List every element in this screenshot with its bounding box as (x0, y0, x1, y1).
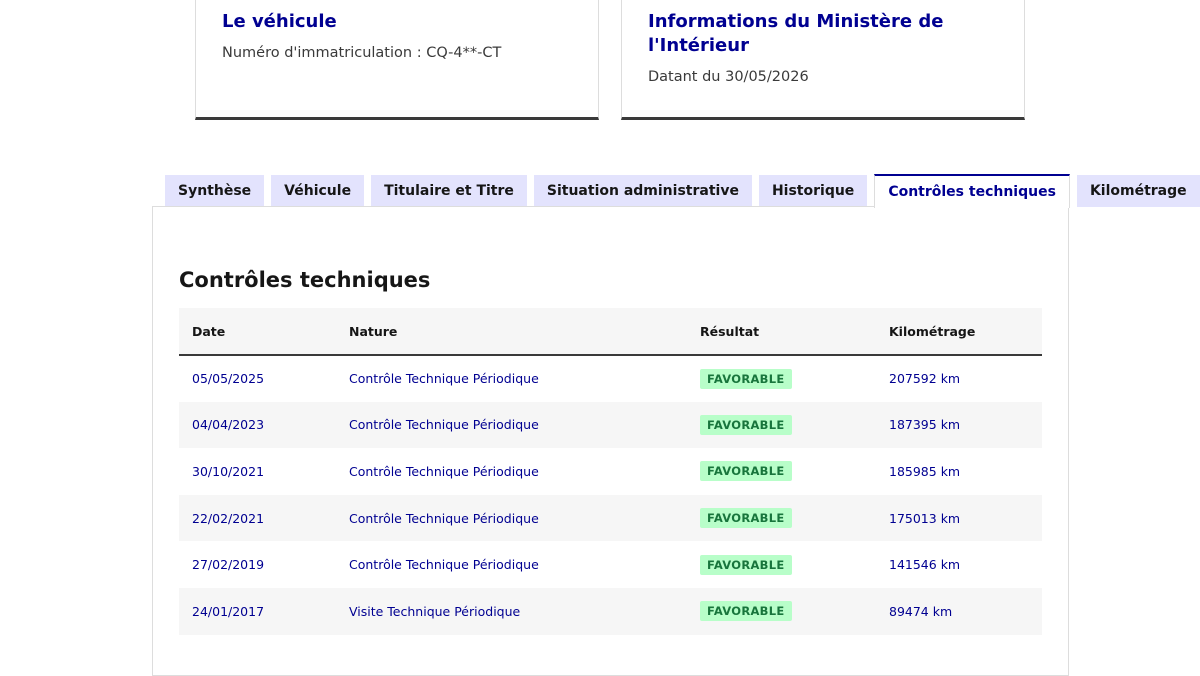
row-mileage: 185985 km (889, 463, 961, 479)
table-row: 04/04/2023 Contrôle Technique Périodique… (179, 401, 1042, 449)
row-mileage: 141546 km (889, 557, 961, 573)
tab-situation-administrative[interactable]: Situation administrative (533, 175, 752, 207)
registration-number: Numéro d'immatriculation : CQ-4**-CT (222, 45, 502, 61)
row-nature: Visite Technique Périodique (349, 603, 521, 619)
table-row: 05/05/2025 Contrôle Technique Périodique… (179, 355, 1042, 402)
row-mileage: 89474 km (889, 603, 953, 619)
result-badge: FAVORABLE (700, 461, 792, 482)
result-badge: FAVORABLE (700, 554, 792, 575)
row-mileage: 175013 km (889, 510, 961, 526)
data-date: Datant du 30/05/2026 (648, 69, 809, 85)
row-nature: Contrôle Technique Périodique (349, 557, 539, 573)
ministry-card-title: Informations du Ministère de l'Intérieur (648, 11, 944, 56)
tab-synthese[interactable]: Synthèse (165, 175, 265, 207)
row-nature: Contrôle Technique Périodique (349, 417, 539, 433)
tab-panel: Contrôles techniques Date Nature Résulta… (152, 206, 1069, 676)
result-badge: FAVORABLE (700, 601, 792, 622)
vehicle-card-title: Le véhicule (222, 11, 337, 32)
vehicle-card: Le véhicule Numéro d'immatriculation : C… (195, 0, 599, 120)
table-row: 24/01/2017 Visite Technique Périodique F… (179, 587, 1042, 635)
column-header-result: Résultat (700, 323, 760, 339)
row-date: 30/10/2021 (192, 463, 265, 479)
table-row: 30/10/2021 Contrôle Technique Périodique… (179, 448, 1042, 495)
inspections-table: Date Nature Résultat Kilométrage 05/05/2… (179, 308, 1042, 635)
table-header-row: Date Nature Résultat Kilométrage (179, 308, 1042, 355)
tab-kilometrage[interactable]: Kilométrage (1076, 175, 1200, 207)
row-mileage: 187395 km (889, 417, 961, 433)
tab-vehicule[interactable]: Véhicule (271, 175, 365, 207)
tab-controles-techniques[interactable]: Contrôles techniques (874, 174, 1070, 208)
row-date: 04/04/2023 (192, 417, 265, 433)
column-header-date: Date (192, 323, 226, 339)
result-badge: FAVORABLE (700, 414, 792, 435)
table-row: 27/02/2019 Contrôle Technique Périodique… (179, 541, 1042, 588)
result-badge: FAVORABLE (700, 508, 792, 529)
result-badge: FAVORABLE (700, 368, 792, 389)
tab-historique[interactable]: Historique (758, 175, 868, 207)
ministry-card: Informations du Ministère de l'Intérieur… (621, 0, 1025, 120)
row-nature: Contrôle Technique Périodique (349, 510, 539, 526)
row-date: 27/02/2019 (192, 557, 265, 573)
tab-list: Synthèse Véhicule Titulaire et Titre Sit… (165, 174, 1200, 208)
row-nature: Contrôle Technique Périodique (349, 371, 539, 387)
row-mileage: 207592 km (889, 371, 961, 387)
column-header-nature: Nature (349, 323, 398, 339)
row-date: 24/01/2017 (192, 603, 265, 619)
tab-titulaire-titre[interactable]: Titulaire et Titre (371, 175, 527, 207)
panel-title: Contrôles techniques (179, 268, 431, 292)
row-nature: Contrôle Technique Périodique (349, 463, 539, 479)
table-row: 22/02/2021 Contrôle Technique Périodique… (179, 494, 1042, 542)
row-date: 22/02/2021 (192, 510, 265, 526)
row-date: 05/05/2025 (192, 371, 265, 387)
column-header-mileage: Kilométrage (889, 323, 976, 339)
